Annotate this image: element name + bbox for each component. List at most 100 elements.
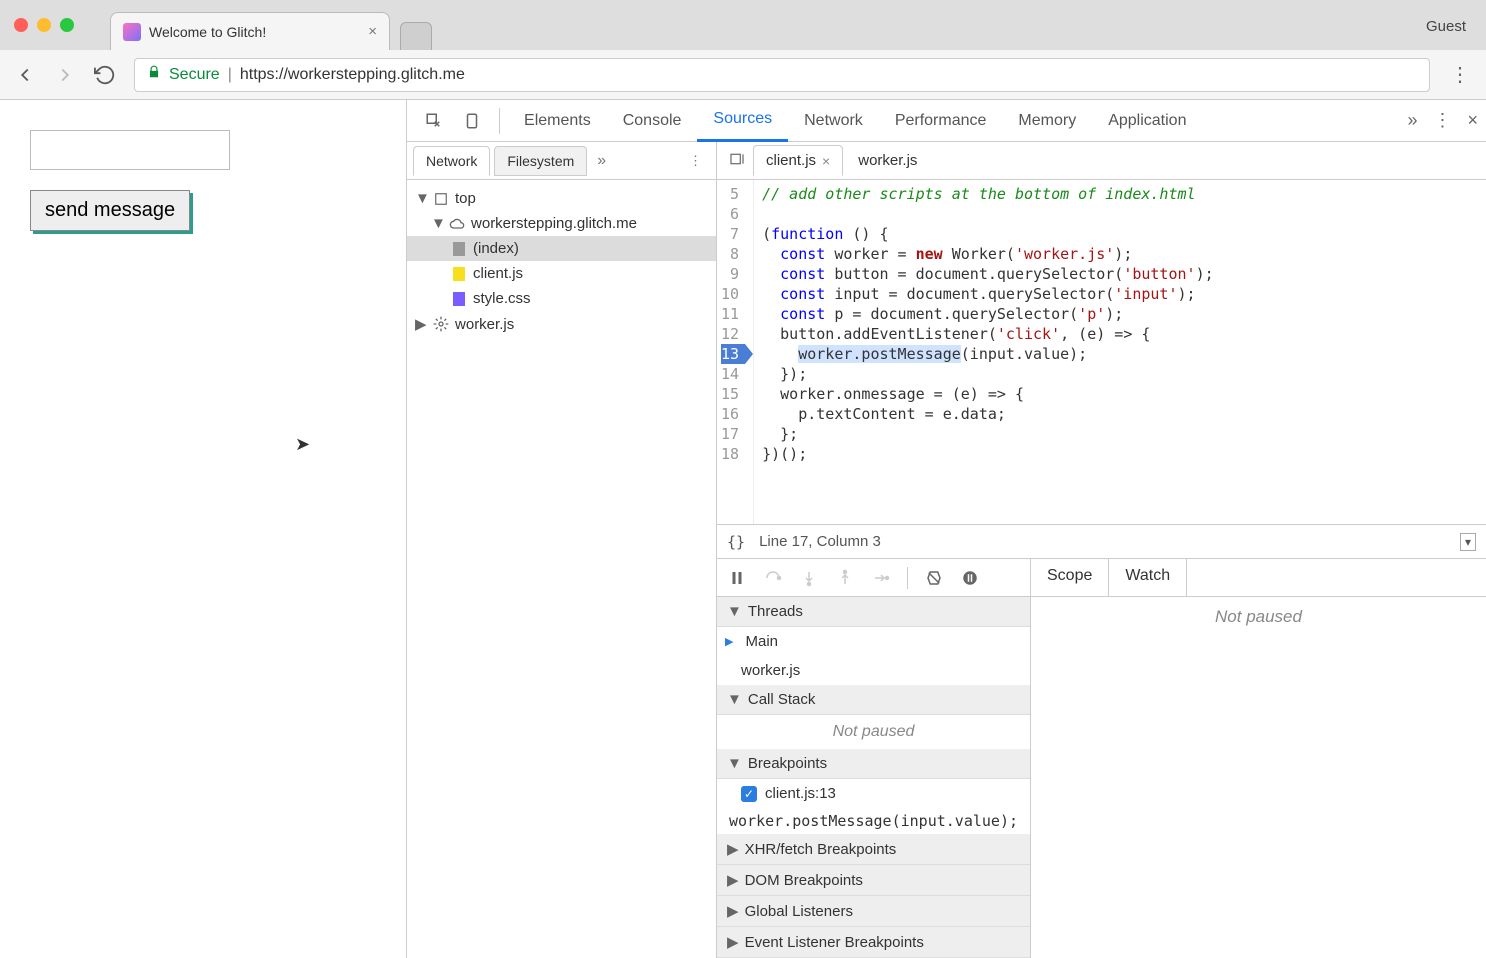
back-button[interactable] [14,64,36,86]
tree-top[interactable]: ▼ top [407,186,716,211]
tree-label: top [455,190,476,207]
browser-menu-icon[interactable]: ⋮ [1448,62,1472,87]
thread-label: worker.js [741,662,800,679]
debugger-panel: ▼Threads Main worker.js ▼Call Stack Not … [717,558,1486,958]
file-nav-icon[interactable] [723,151,751,170]
device-toggle-icon[interactable] [457,106,487,136]
tree-label: worker.js [455,316,514,333]
section-label: Threads [748,603,803,620]
step-button[interactable] [871,568,891,588]
css-file-icon [451,291,467,307]
cloud-icon [449,216,465,232]
tree-domain[interactable]: ▼ workerstepping.glitch.me [407,211,716,236]
subtab-menu-icon[interactable]: ⋮ [681,153,710,169]
threads-section[interactable]: ▼Threads [717,597,1030,627]
tab-console[interactable]: Console [607,100,698,142]
frame-icon [433,191,449,207]
url-separator: | [228,66,232,84]
section-label: Event Listener Breakpoints [745,934,924,951]
secure-label: Secure [169,66,220,84]
tree-label: style.css [473,290,531,307]
breakpoint-item[interactable]: ✓ client.js:13 [717,779,1030,808]
more-subtabs-icon[interactable]: » [591,152,612,170]
pause-on-exceptions-button[interactable] [960,568,980,588]
tab-elements[interactable]: Elements [508,100,607,142]
tab-title: Welcome to Glitch! [149,24,360,40]
file-tab-label: client.js [766,152,816,169]
more-tabs-icon[interactable]: » [1407,110,1417,131]
close-window-button[interactable] [14,18,28,32]
format-icon[interactable]: {} [727,533,745,551]
step-into-button[interactable] [799,568,819,588]
devtools-menu-icon[interactable]: ⋮ [1433,110,1451,131]
sources-sidebar: Network Filesystem » ⋮ ▼ top ▼ workerste… [407,142,717,958]
thread-label: Main [745,633,778,650]
breakpoint-code: worker.postMessage(input.value); [717,808,1030,834]
send-message-button[interactable]: send message [30,190,190,231]
debug-controls [717,559,1030,597]
section-label: Call Stack [748,691,816,708]
section-label: DOM Breakpoints [745,872,863,889]
code-editor[interactable]: 56789101112131415161718 // add other scr… [717,180,1486,524]
scope-tab[interactable]: Scope [1031,559,1109,596]
tab-application[interactable]: Application [1092,100,1202,142]
dom-breakpoints-section[interactable]: ▶DOM Breakpoints [717,865,1030,896]
callstack-not-paused: Not paused [717,715,1030,749]
profile-label[interactable]: Guest [1426,18,1466,35]
url-text: https://workerstepping.glitch.me [240,66,465,84]
tree-label: workerstepping.glitch.me [471,215,637,232]
tab-performance[interactable]: Performance [879,100,1003,142]
message-input[interactable] [30,130,230,170]
document-icon [451,241,467,257]
event-listener-section[interactable]: ▶Event Listener Breakpoints [717,927,1030,958]
breakpoint-label: client.js:13 [765,785,836,802]
scope-not-paused: Not paused [1031,597,1486,958]
callstack-section[interactable]: ▼Call Stack [717,685,1030,715]
inspect-element-icon[interactable] [419,106,449,136]
new-tab-button[interactable] [400,22,432,50]
deactivate-breakpoints-button[interactable] [924,568,944,588]
breakpoints-section[interactable]: ▼Breakpoints [717,749,1030,779]
minimize-window-button[interactable] [37,18,51,32]
section-label: Breakpoints [748,755,827,772]
file-tab-label: worker.js [858,152,917,169]
tree-label: client.js [473,265,523,282]
step-out-button[interactable] [835,568,855,588]
browser-tab[interactable]: Welcome to Glitch! × [110,12,390,50]
close-file-icon[interactable]: × [822,153,830,169]
file-tab-clientjs[interactable]: client.js × [753,145,843,176]
devtools: Elements Console Sources Network Perform… [407,100,1486,958]
xhr-breakpoints-section[interactable]: ▶XHR/fetch Breakpoints [717,834,1030,865]
close-tab-icon[interactable]: × [368,23,377,40]
global-listeners-section[interactable]: ▶Global Listeners [717,896,1030,927]
coverage-icon[interactable]: ▾ [1460,533,1476,551]
nav-bar: Secure | https://workerstepping.glitch.m… [0,50,1486,100]
lock-icon [147,65,161,84]
file-tree: ▼ top ▼ workerstepping.glitch.me (index) [407,180,716,958]
tree-file-clientjs[interactable]: client.js [407,261,716,286]
tree-file-index[interactable]: (index) [407,236,716,261]
step-over-button[interactable] [763,568,783,588]
thread-worker[interactable]: worker.js [717,656,1030,685]
tree-worker[interactable]: ▶ worker.js [407,311,716,337]
favicon [123,23,141,41]
pause-button[interactable] [727,568,747,588]
checkbox-icon[interactable]: ✓ [741,786,757,802]
close-devtools-icon[interactable]: × [1467,110,1478,131]
tab-memory[interactable]: Memory [1002,100,1092,142]
maximize-window-button[interactable] [60,18,74,32]
file-tab-workerjs[interactable]: worker.js [845,145,930,176]
subtab-filesystem[interactable]: Filesystem [494,146,587,176]
tab-sources[interactable]: Sources [697,100,788,142]
reload-button[interactable] [94,64,116,86]
section-label: Global Listeners [745,903,853,920]
cursor-position: Line 17, Column 3 [759,533,881,550]
tree-file-stylecss[interactable]: style.css [407,286,716,311]
thread-main[interactable]: Main [717,627,1030,656]
tab-network[interactable]: Network [788,100,879,142]
subtab-network[interactable]: Network [413,146,490,176]
address-bar[interactable]: Secure | https://workerstepping.glitch.m… [134,58,1430,92]
window-controls [14,18,74,32]
forward-button[interactable] [54,64,76,86]
watch-tab[interactable]: Watch [1109,559,1187,596]
